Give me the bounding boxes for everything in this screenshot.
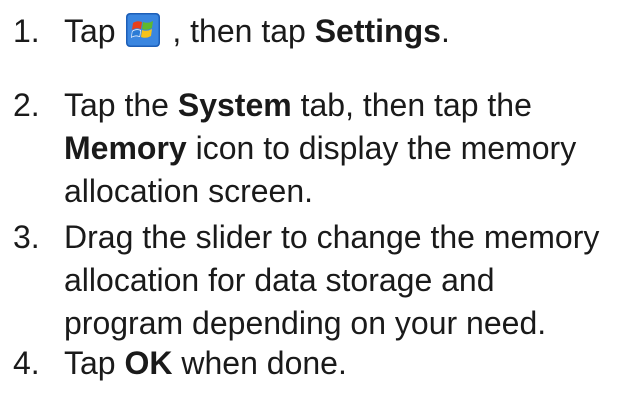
text-segment: , then tap — [163, 13, 315, 49]
step-text: Tap OK when done. — [64, 342, 624, 385]
step-line: Drag the slider to change the memory — [64, 219, 600, 255]
step-number: 3. — [13, 219, 40, 255]
system-term: System — [177, 87, 292, 123]
memory-term: Memory — [64, 130, 187, 166]
step-line: allocation screen. — [64, 173, 314, 209]
step-text: Tap , then tap Settings. — [64, 10, 624, 53]
step-text: Tap the System tab, then tap the Memory … — [64, 84, 624, 213]
text-segment: tab, then tap the — [291, 87, 532, 123]
step-line: Tap the System tab, then tap the — [64, 84, 624, 127]
step-line: allocation for data storage and — [64, 262, 495, 298]
text-segment: Tap — [64, 345, 125, 381]
text-segment: Tap — [64, 13, 125, 49]
step-line: Tap , then tap Settings. — [64, 10, 624, 53]
windows-start-icon — [126, 13, 161, 47]
step-line: Tap OK when done. — [64, 342, 624, 385]
step-number: 2. — [13, 87, 40, 123]
text-segment: Tap the — [64, 87, 178, 123]
step-number: 1. — [13, 13, 40, 49]
step-number: 4. — [13, 345, 40, 381]
step-line: Memory icon to display the memory — [64, 127, 624, 170]
text-segment: . — [440, 13, 450, 49]
step-line: program depending on your need. — [64, 305, 547, 341]
ok-term: OK — [124, 345, 173, 381]
windows-flag-graphic — [126, 13, 161, 47]
step-text: Drag the slider to change the memory all… — [64, 216, 624, 345]
text-segment: when done. — [172, 345, 347, 381]
settings-term: Settings — [314, 13, 441, 49]
text-segment: icon to display the memory — [186, 130, 577, 166]
